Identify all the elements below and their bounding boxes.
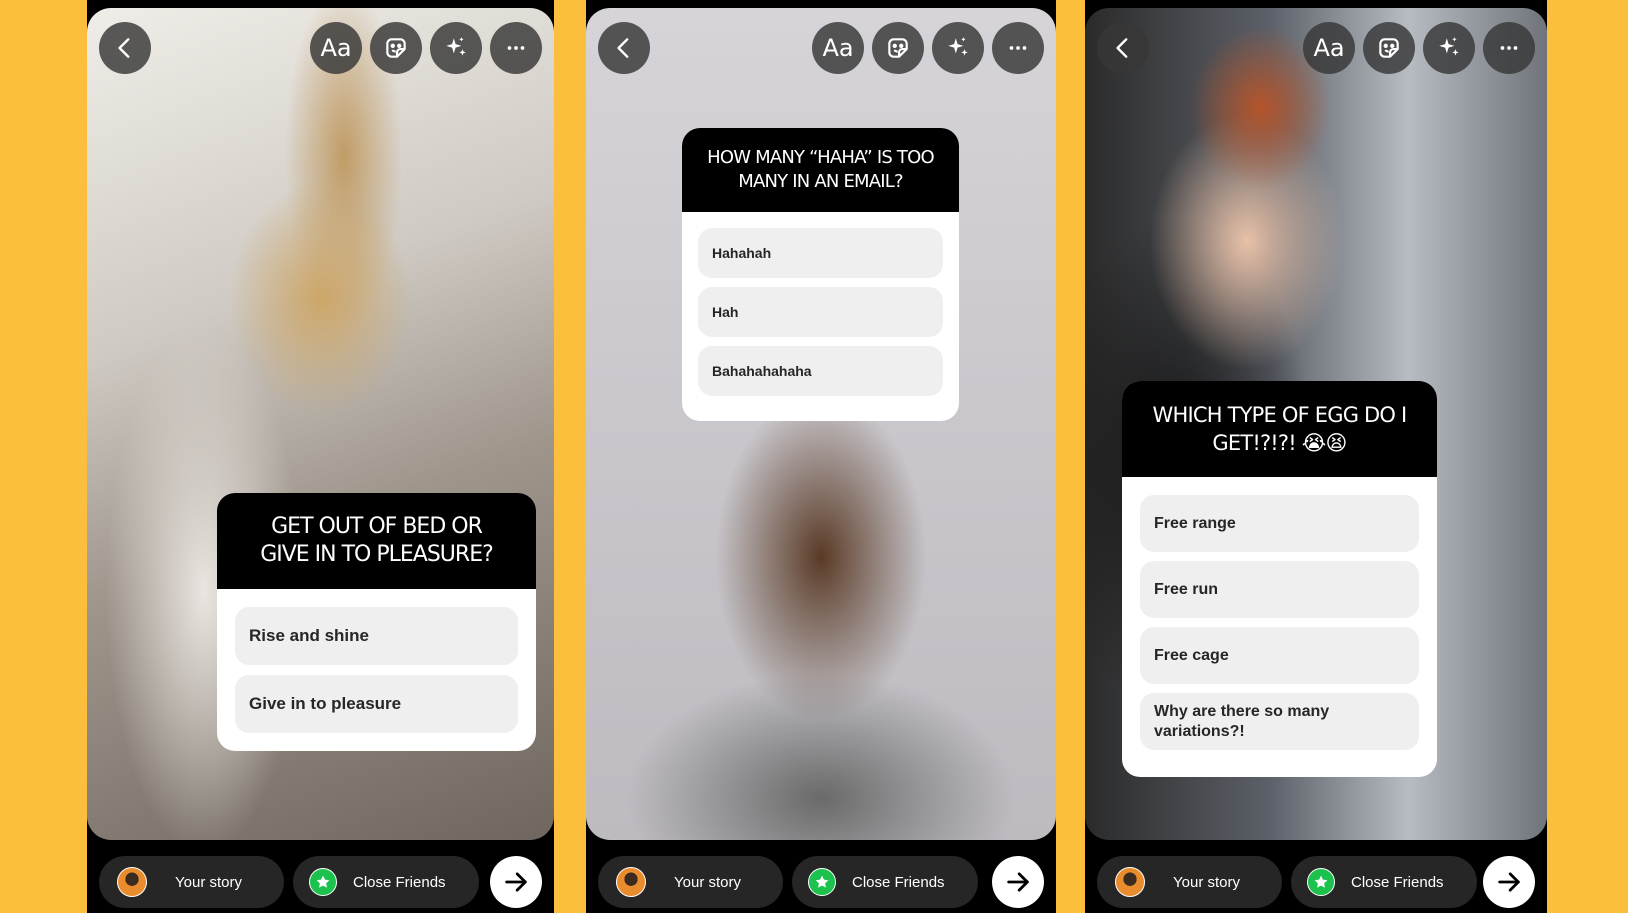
poll-sticker[interactable]: WHICH TYPE OF EGG DO I GET!?!?! 😭😫 Free … <box>1122 381 1437 777</box>
poll-option[interactable]: Hahahah <box>698 228 943 278</box>
story-editor-screen-2: Aa HOW MANY “HAHA” IS TOO MANY IN AN EMA… <box>586 0 1056 913</box>
editor-toolbar: Aa <box>1097 22 1535 74</box>
share-bar: Your story Close Friends <box>1097 856 1535 908</box>
star-icon <box>1307 868 1335 896</box>
sticker-icon <box>1379 38 1399 58</box>
next-button[interactable] <box>490 856 542 908</box>
back-button[interactable] <box>1097 22 1149 74</box>
sparkles-icon <box>948 37 968 56</box>
back-button[interactable] <box>99 22 151 74</box>
arrow-right-icon <box>1007 872 1029 892</box>
sparkles-icon <box>446 37 466 56</box>
back-button[interactable] <box>598 22 650 74</box>
close-friends-button[interactable]: Close Friends <box>293 856 479 908</box>
arrow-right-icon <box>1498 872 1520 892</box>
poll-option[interactable]: Bahahahahaha <box>698 346 943 396</box>
sticker-icon <box>386 38 406 58</box>
poll-option[interactable]: Free cage <box>1140 627 1419 684</box>
poll-question: WHICH TYPE OF EGG DO I GET!?!?! 😭😫 <box>1122 381 1437 477</box>
editor-toolbar: Aa <box>598 22 1044 74</box>
text-tool-button[interactable]: Aa <box>310 22 362 74</box>
effects-button[interactable] <box>932 22 984 74</box>
your-story-button[interactable]: Your story <box>598 856 783 908</box>
more-icon <box>507 46 525 50</box>
sparkles-icon <box>1439 37 1459 56</box>
poll-options: Rise and shine Give in to pleasure <box>217 589 536 751</box>
poll-option[interactable]: Give in to pleasure <box>235 675 518 733</box>
story-editor-screen-1: Aa GET OUT OF BED OR GIVE IN TO PLEASURE… <box>87 0 554 913</box>
more-button[interactable] <box>490 22 542 74</box>
your-story-button[interactable]: Your story <box>99 856 284 908</box>
close-friends-button[interactable]: Close Friends <box>1291 856 1477 908</box>
sticker-button[interactable] <box>1363 22 1415 74</box>
poll-sticker[interactable]: HOW MANY “HAHA” IS TOO MANY IN AN EMAIL?… <box>682 128 959 421</box>
poll-option[interactable]: Why are there so many variations?! <box>1140 693 1419 750</box>
editor-toolbar: Aa <box>99 22 542 74</box>
more-icon <box>1009 46 1027 50</box>
arrow-right-icon <box>505 872 527 892</box>
share-bar: Your story Close Friends <box>99 856 542 908</box>
poll-options: Free range Free run Free cage Why are th… <box>1122 477 1437 777</box>
poll-question: GET OUT OF BED OR GIVE IN TO PLEASURE? <box>217 493 536 589</box>
poll-option[interactable]: Free range <box>1140 495 1419 552</box>
more-icon <box>1500 46 1518 50</box>
avatar <box>117 867 147 897</box>
poll-option[interactable]: Free run <box>1140 561 1419 618</box>
text-tool-button[interactable]: Aa <box>812 22 864 74</box>
next-button[interactable] <box>992 856 1044 908</box>
poll-options: Hahahah Hah Bahahahahaha <box>682 212 959 421</box>
your-story-button[interactable]: Your story <box>1097 856 1282 908</box>
share-bar: Your story Close Friends <box>598 856 1044 908</box>
sticker-icon <box>888 38 908 58</box>
chevron-left-icon <box>617 38 629 58</box>
effects-button[interactable] <box>430 22 482 74</box>
close-friends-button[interactable]: Close Friends <box>792 856 978 908</box>
sticker-button[interactable] <box>872 22 924 74</box>
poll-sticker[interactable]: GET OUT OF BED OR GIVE IN TO PLEASURE? R… <box>217 493 536 751</box>
effects-button[interactable] <box>1423 22 1475 74</box>
story-editor-screen-3: Aa WHICH TYPE OF EGG DO I GET!?!?! 😭😫 Fr… <box>1085 0 1547 913</box>
next-button[interactable] <box>1483 856 1535 908</box>
poll-question: HOW MANY “HAHA” IS TOO MANY IN AN EMAIL? <box>682 128 959 212</box>
sticker-button[interactable] <box>370 22 422 74</box>
star-icon <box>808 868 836 896</box>
more-button[interactable] <box>1483 22 1535 74</box>
text-tool-button[interactable]: Aa <box>1303 22 1355 74</box>
poll-option[interactable]: Hah <box>698 287 943 337</box>
chevron-left-icon <box>1116 38 1128 58</box>
avatar <box>1115 867 1145 897</box>
star-icon <box>309 868 337 896</box>
chevron-left-icon <box>118 38 130 58</box>
avatar <box>616 867 646 897</box>
more-button[interactable] <box>992 22 1044 74</box>
poll-option[interactable]: Rise and shine <box>235 607 518 665</box>
